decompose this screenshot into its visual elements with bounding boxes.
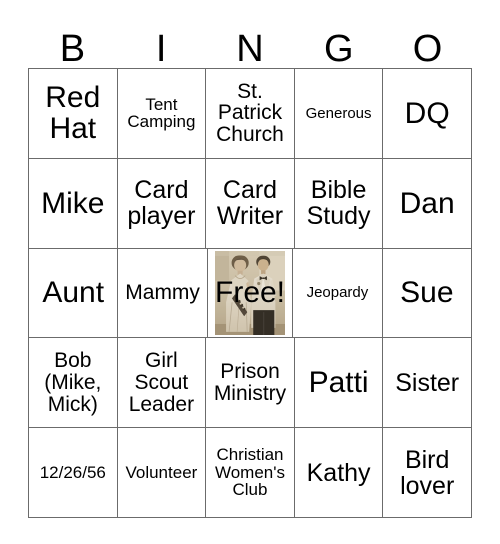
bingo-row: Red Hat Tent Camping St. Patrick Church … <box>29 69 472 159</box>
bingo-cell[interactable]: Christian Women's Club <box>206 428 295 518</box>
bingo-cell-label: St. Patrick Church <box>216 79 284 147</box>
bingo-cell-label: Jeopardy <box>306 284 369 302</box>
bingo-cell[interactable]: St. Patrick Church <box>206 69 295 159</box>
bingo-cell-label: 12/26/56 <box>39 462 106 482</box>
bingo-cell-label: Mammy <box>125 281 200 305</box>
bingo-cell[interactable]: 12/26/56 <box>29 428 118 518</box>
bingo-header-row: B I N G O <box>28 18 472 68</box>
bingo-grid: Red Hat Tent Camping St. Patrick Church … <box>28 68 473 518</box>
bingo-cell-label: Bird lover <box>400 445 455 500</box>
bingo-cell[interactable]: Girl Scout Leader <box>117 338 207 429</box>
bingo-cell[interactable]: Card Writer <box>206 158 295 249</box>
bingo-cell-label: Bible Study <box>306 176 371 231</box>
bingo-cell[interactable]: Red Hat <box>29 69 118 159</box>
bingo-cell-label: Girl Scout Leader <box>128 349 195 416</box>
bingo-cell[interactable]: Tent Camping <box>117 69 207 159</box>
bingo-cell[interactable]: Bible Study <box>294 158 384 249</box>
bingo-cell-label: DQ <box>404 96 450 130</box>
bingo-cell[interactable]: Bird lover <box>383 428 472 518</box>
bingo-row: 12/26/56 Volunteer Christian Women's Clu… <box>29 428 472 518</box>
bingo-cell[interactable]: Card player <box>117 158 207 249</box>
bingo-cell-label: Mike <box>41 186 105 220</box>
bingo-cell-label: Card player <box>127 176 196 231</box>
bingo-header-letter-n: N <box>236 28 264 70</box>
bingo-cell-label: Generous <box>305 104 372 122</box>
bingo-cell[interactable]: DQ <box>383 69 472 159</box>
bingo-header-letter-g: G <box>324 28 354 70</box>
bingo-cell-label: Red Hat <box>45 81 101 146</box>
bingo-cell-label: Aunt <box>42 276 105 310</box>
bingo-cell[interactable]: Sister <box>383 338 472 429</box>
bingo-cell[interactable]: Prison Ministry <box>206 338 295 429</box>
bingo-cell[interactable]: Aunt <box>29 248 119 339</box>
bingo-header-letter-i: I <box>155 28 167 70</box>
bingo-row: Aunt Mammy Free! Jeopardy Sue <box>29 248 473 339</box>
bingo-cell[interactable]: Bob (Mike, Mick) <box>29 338 118 429</box>
bingo-cell-label: Bob (Mike, Mick) <box>44 349 102 416</box>
bingo-cell[interactable]: Sue <box>382 248 473 339</box>
bingo-cell[interactable]: Generous <box>294 69 384 159</box>
bingo-cell[interactable]: Volunteer <box>117 428 207 518</box>
bingo-cell[interactable]: Mike <box>29 158 118 249</box>
bingo-cell-label: Patti <box>308 366 369 400</box>
bingo-card: B I N G O Red Hat Tent Camping St. Patri… <box>28 18 473 518</box>
bingo-cell[interactable]: Dan <box>383 158 472 249</box>
bingo-row: Bob (Mike, Mick) Girl Scout Leader Priso… <box>29 338 472 429</box>
bingo-cell-label: Prison Ministry <box>213 359 287 405</box>
bingo-cell-label: Tent Camping <box>127 94 196 132</box>
bingo-cell-label: Sue <box>400 276 454 310</box>
bingo-cell-label: Kathy <box>306 458 371 487</box>
bingo-cell-label: Christian Women's Club <box>214 445 285 500</box>
bingo-row: Mike Card player Card Writer Bible Study… <box>29 158 472 249</box>
bingo-free-space-cell[interactable]: Free! <box>207 248 294 339</box>
bingo-cell[interactable]: Mammy <box>118 248 208 339</box>
bingo-cell[interactable]: Kathy <box>294 428 384 518</box>
bingo-cell-label: Sister <box>395 368 460 397</box>
bingo-header-letter-b: B <box>59 28 86 70</box>
bingo-cell-label: Dan <box>399 186 455 220</box>
bingo-cell-label: Card Writer <box>216 176 284 231</box>
bingo-cell[interactable]: Jeopardy <box>293 248 383 339</box>
bingo-cell[interactable]: Patti <box>294 338 384 429</box>
bingo-free-space-label: Free! <box>215 276 286 310</box>
bingo-header-letter-o: O <box>412 28 443 70</box>
bingo-cell-label: Volunteer <box>125 462 198 482</box>
